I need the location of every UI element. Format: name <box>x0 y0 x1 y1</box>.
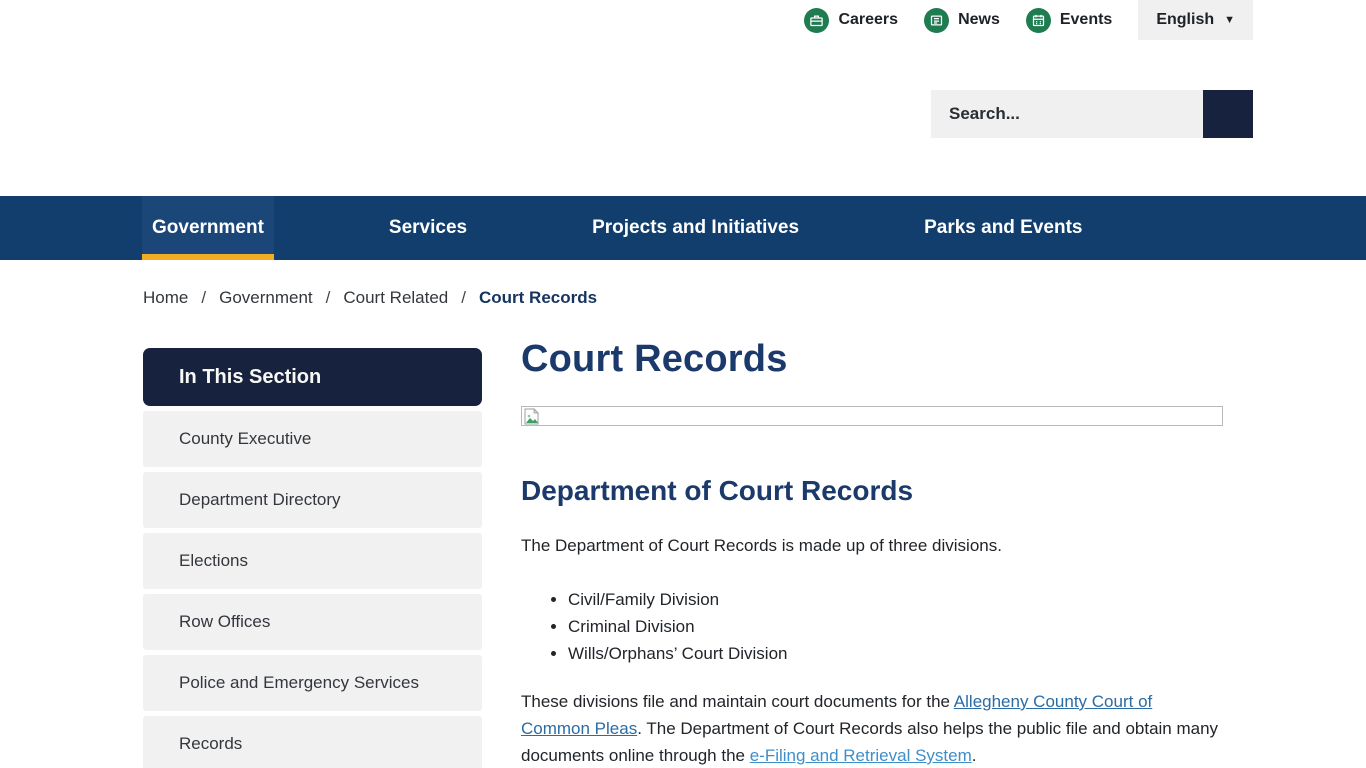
site-header <box>0 40 1366 196</box>
intro-paragraph: The Department of Court Records is made … <box>521 536 1223 556</box>
list-item: Civil/Family Division <box>568 586 1223 613</box>
nav-label: Government <box>152 217 264 239</box>
search-button[interactable] <box>1203 90 1253 138</box>
nav-item-services[interactable]: Services <box>379 196 477 260</box>
main-content: Court Records Department of Court Record… <box>521 338 1223 768</box>
sidebar-item-county-executive[interactable]: County Executive <box>143 411 482 467</box>
news-label: News <box>958 11 1000 29</box>
breadcrumb-separator: / <box>326 288 331 308</box>
sidebar-title: In This Section <box>143 348 482 406</box>
section-sidebar: In This Section County Executive Departm… <box>143 348 482 768</box>
site-search <box>931 90 1253 138</box>
breadcrumb-home[interactable]: Home <box>143 288 188 308</box>
newspaper-icon <box>924 8 949 33</box>
paragraph-text: . <box>972 746 977 765</box>
nav-item-parks-and-events[interactable]: Parks and Events <box>914 196 1092 260</box>
list-item: Criminal Division <box>568 613 1223 640</box>
efiling-link[interactable]: e-Filing and Retrieval System <box>750 746 972 765</box>
chevron-down-icon: ▼ <box>1224 14 1235 26</box>
careers-link[interactable]: Careers <box>804 0 898 40</box>
divisions-list: Civil/Family Division Criminal Division … <box>521 586 1223 667</box>
careers-label: Careers <box>838 11 898 29</box>
sidebar-item-department-directory[interactable]: Department Directory <box>143 472 482 528</box>
nav-item-projects-and-initiatives[interactable]: Projects and Initiatives <box>582 196 809 260</box>
news-link[interactable]: News <box>924 0 1000 40</box>
sidebar-item-police-and-emergency-services[interactable]: Police and Emergency Services <box>143 655 482 711</box>
language-label: English <box>1156 11 1214 29</box>
paragraph-text: These divisions file and maintain court … <box>521 692 954 711</box>
nav-label: Services <box>389 217 467 239</box>
breadcrumb-separator: / <box>461 288 466 308</box>
page-title: Court Records <box>521 338 1223 381</box>
breadcrumb-separator: / <box>201 288 206 308</box>
nav-item-government[interactable]: Government <box>142 196 274 260</box>
events-label: Events <box>1060 11 1112 29</box>
active-tab-underline <box>142 254 274 260</box>
breadcrumb-current: Court Records <box>479 288 597 308</box>
nav-label: Projects and Initiatives <box>592 217 799 239</box>
breadcrumb-court-related[interactable]: Court Related <box>343 288 448 308</box>
breadcrumb: Home / Government / Court Related / Cour… <box>0 260 1366 308</box>
utility-bar: Careers News Events English ▼ <box>0 0 1366 40</box>
list-item: Wills/Orphans’ Court Division <box>568 640 1223 667</box>
broken-image-placeholder <box>521 406 1223 426</box>
events-link[interactable]: Events <box>1026 0 1112 40</box>
breadcrumb-government[interactable]: Government <box>219 288 313 308</box>
broken-image-icon <box>524 408 539 425</box>
sidebar-item-row-offices[interactable]: Row Offices <box>143 594 482 650</box>
main-navigation: Government Services Projects and Initiat… <box>0 196 1366 260</box>
section-heading: Department of Court Records <box>521 475 1223 507</box>
sidebar-item-records[interactable]: Records <box>143 716 482 768</box>
sidebar-item-elections[interactable]: Elections <box>143 533 482 589</box>
nav-label: Parks and Events <box>924 217 1082 239</box>
content-area: In This Section County Executive Departm… <box>0 348 1366 768</box>
search-input[interactable] <box>931 90 1203 138</box>
body-paragraph: These divisions file and maintain court … <box>521 688 1221 768</box>
briefcase-icon <box>804 8 829 33</box>
calendar-icon <box>1026 8 1051 33</box>
language-selector[interactable]: English ▼ <box>1138 0 1253 40</box>
